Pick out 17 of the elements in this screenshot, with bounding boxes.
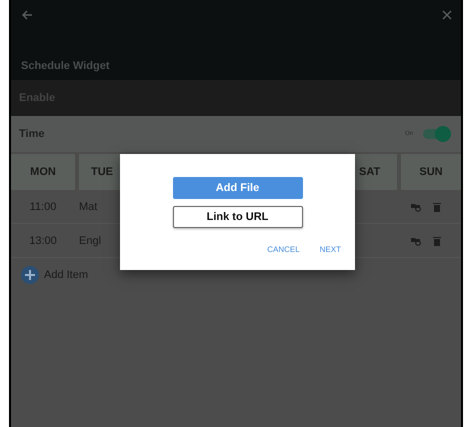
- cancel-button[interactable]: CANCEL: [267, 245, 300, 254]
- plus-icon: [21, 266, 39, 284]
- link-url-button[interactable]: Link to URL: [172, 206, 302, 228]
- back-arrow-icon[interactable]: [21, 10, 33, 20]
- column-header[interactable]: MON: [11, 154, 75, 190]
- delete-icon[interactable]: [433, 236, 441, 246]
- delete-icon[interactable]: [433, 202, 441, 212]
- time-label: Time: [19, 128, 44, 140]
- window-title: Schedule Widget: [21, 60, 111, 72]
- toggle-switch[interactable]: [423, 129, 449, 139]
- next-button[interactable]: NEXT: [320, 245, 341, 254]
- column-header[interactable]: SUN: [401, 154, 461, 190]
- add-file-button[interactable]: Add File: [172, 177, 302, 199]
- close-icon[interactable]: [442, 10, 452, 20]
- folder-icon[interactable]: [411, 236, 421, 246]
- column-header[interactable]: TUE: [79, 154, 123, 190]
- folder-icon[interactable]: [411, 202, 421, 212]
